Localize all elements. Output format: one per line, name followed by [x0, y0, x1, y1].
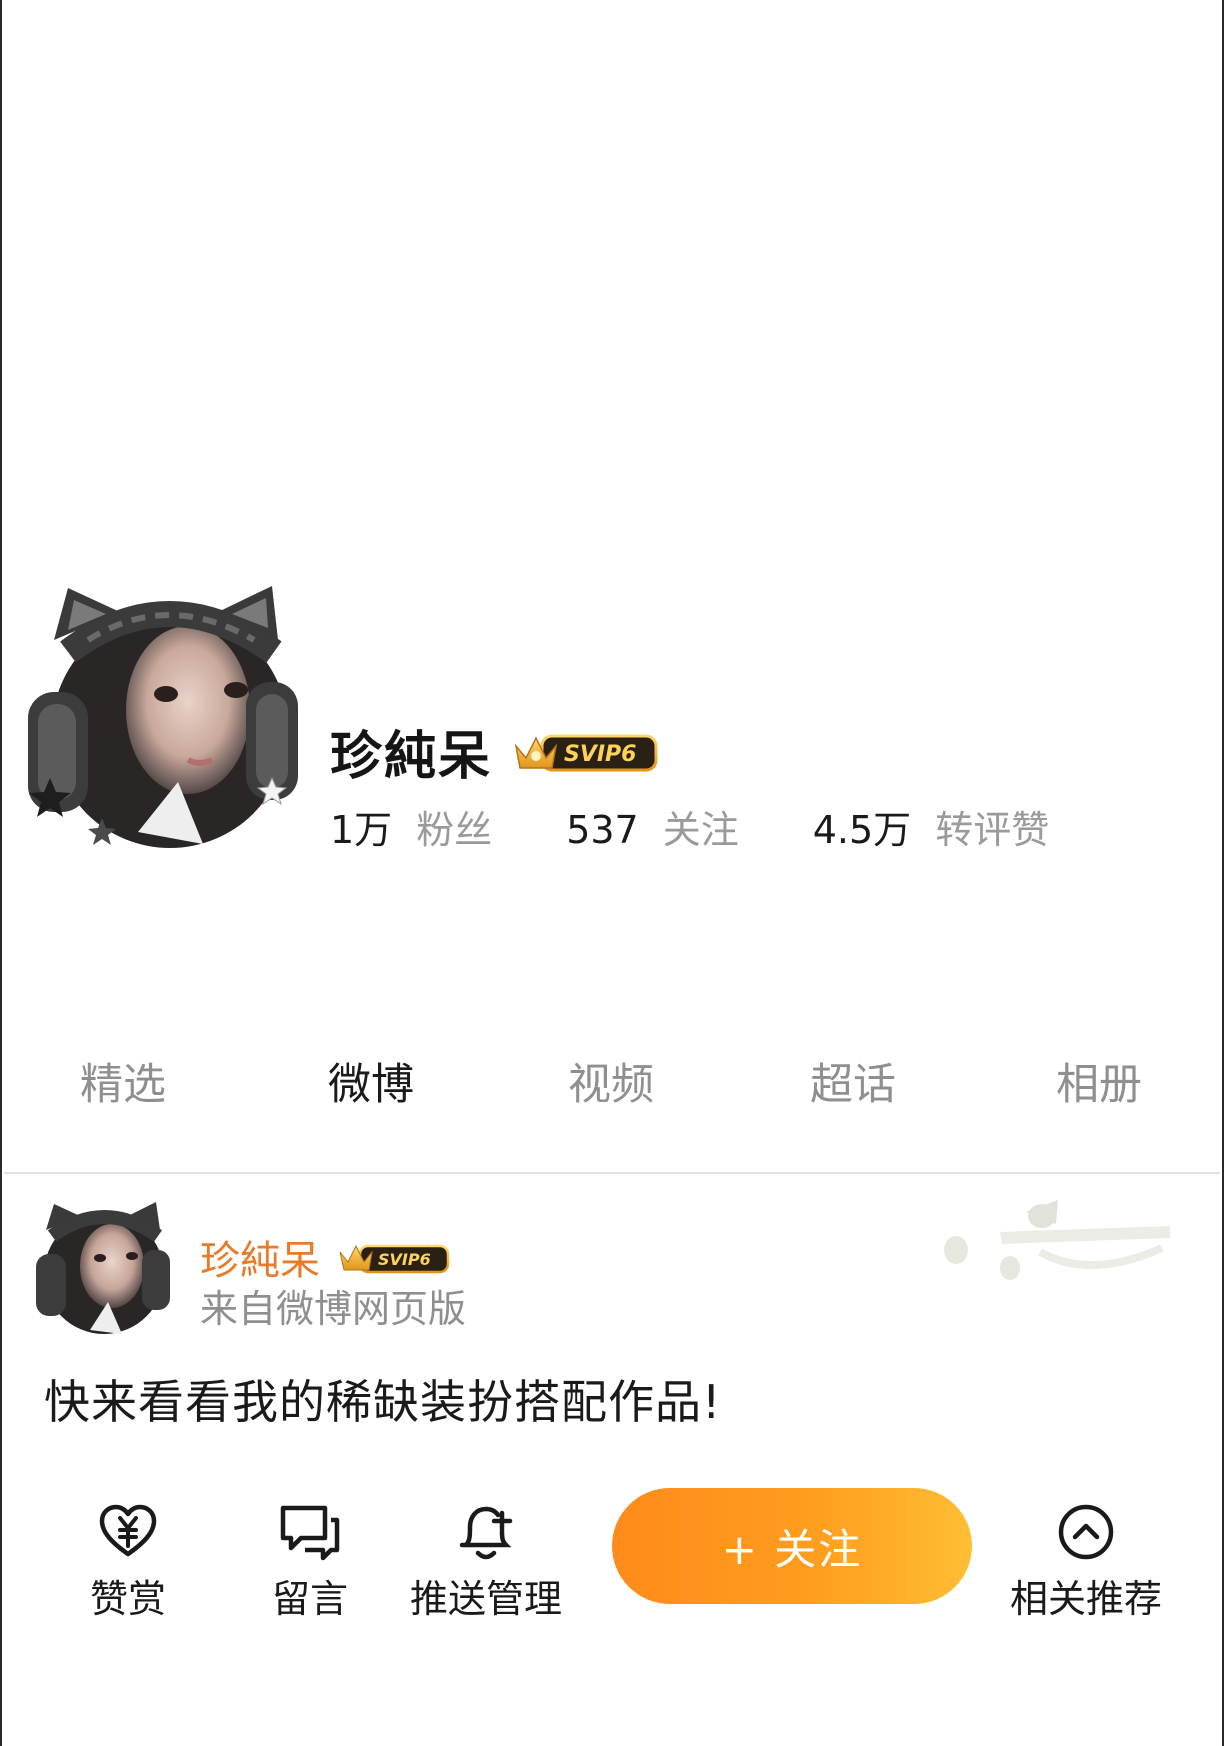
svip-crown-icon[interactable]: SVIP6 — [338, 1240, 450, 1274]
post-text: 快来看看我的稀缺装扮搭配作品! — [44, 1375, 722, 1429]
stat-followers[interactable]: 1万 粉丝 — [330, 799, 492, 854]
related-recommend-button[interactable]: 相关推荐 — [1010, 1500, 1162, 1623]
heart-yen-icon — [96, 1500, 160, 1564]
avatar-cat-ear-headphones-small — [36, 1202, 170, 1334]
post-source: 来自微博网页版 — [200, 1287, 467, 1331]
profile-name-row: 珍純呆 SVIP6 — [330, 716, 658, 787]
push-management-button[interactable]: 推送管理 — [410, 1500, 562, 1623]
profile-stats: 1万 粉丝 537 关注 4.5万 转评赞 — [330, 800, 1123, 852]
chat-bubbles-icon — [278, 1500, 342, 1564]
tab-video[interactable]: 视频 — [568, 1050, 654, 1112]
message-button[interactable]: 留言 — [272, 1500, 348, 1623]
tab-weibo[interactable]: 微博 — [328, 1050, 414, 1112]
svg-text:SVIP6: SVIP6 — [378, 1250, 431, 1269]
related-recommend-label: 相关推荐 — [1010, 1577, 1163, 1621]
stat-label: 转评赞 — [935, 807, 1050, 852]
tab-album[interactable]: 相册 — [1056, 1050, 1142, 1112]
stat-engagement[interactable]: 4.5万 转评赞 — [813, 799, 1049, 854]
frame-border-left — [0, 0, 2, 1746]
stat-label: 关注 — [662, 807, 739, 852]
message-label: 留言 — [272, 1577, 349, 1621]
profile-page: 珍純呆 SVIP6 1万 粉丝 537 关注 4.5万 转评赞 精选 微博 视频… — [0, 0, 1224, 1746]
svip-badge[interactable]: SVIP6 — [512, 729, 658, 773]
post-decoration-bird-branch — [944, 1200, 1170, 1280]
stat-value: 4.5万 — [812, 807, 912, 852]
avatar-cat-ear-headphones — [28, 586, 298, 848]
reward-label: 赞赏 — [90, 1577, 167, 1621]
stat-following[interactable]: 537 关注 — [566, 799, 739, 854]
reward-button[interactable]: 赞赏 — [90, 1500, 166, 1623]
stat-value: 1万 — [330, 807, 393, 852]
stat-value: 537 — [566, 807, 639, 852]
svip-crown-icon: SVIP6 — [514, 734, 658, 772]
follow-button[interactable]: + 关注 — [612, 1488, 972, 1604]
profile-name: 珍純呆 — [330, 726, 493, 787]
tab-supertopic[interactable]: 超话 — [810, 1050, 896, 1112]
chevron-up-circle-icon — [1054, 1500, 1118, 1564]
tabs-divider — [4, 1172, 1220, 1174]
push-management-label: 推送管理 — [410, 1577, 563, 1621]
bell-plus-icon — [454, 1500, 518, 1564]
tab-featured[interactable]: 精选 — [80, 1050, 166, 1112]
profile-tabs: 精选 微博 视频 超话 相册 — [0, 1050, 1224, 1124]
svg-text:SVIP6: SVIP6 — [564, 742, 637, 767]
post-author-avatar[interactable] — [34, 1200, 172, 1338]
profile-avatar[interactable] — [28, 582, 300, 858]
stat-label: 粉丝 — [416, 807, 493, 852]
